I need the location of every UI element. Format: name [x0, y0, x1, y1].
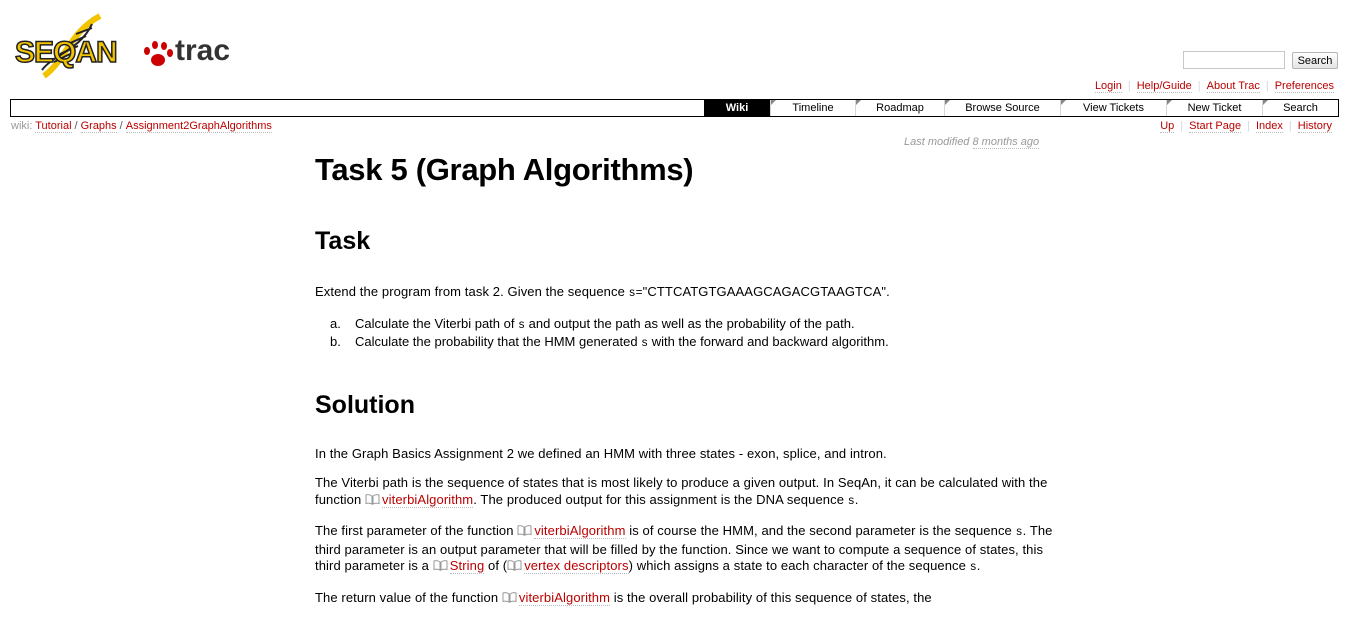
breadcrumb-prefix: wiki: [11, 120, 33, 132]
search-input[interactable] [1183, 51, 1285, 69]
viterbi-algorithm-link[interactable]: viterbiAlgorithm [382, 491, 474, 508]
breadcrumb-tutorial[interactable]: Tutorial [35, 120, 72, 133]
separator: | [1265, 80, 1269, 92]
index-link[interactable]: Index [1255, 120, 1283, 133]
book-icon [517, 524, 532, 536]
main-nav: Wiki Timeline Roadmap Browse Source View… [10, 99, 1339, 117]
nav-tab-browse-source[interactable]: Browse Source [944, 100, 1060, 116]
separator: | [1247, 120, 1250, 132]
vertex-descriptors-link[interactable]: vertex descriptors [524, 558, 629, 574]
nav-tab-new-ticket[interactable]: New Ticket [1166, 100, 1262, 116]
nav-tab-roadmap[interactable]: Roadmap [855, 100, 944, 116]
solution-heading: Solution [315, 390, 415, 419]
book-icon [365, 493, 380, 505]
book-icon [507, 559, 522, 571]
breadcrumb-assignment[interactable]: Assignment2GraphAlgorithms [125, 120, 272, 133]
list-item: b. Calculate the probability that the HMM… [330, 333, 889, 350]
wiki-content: Task 5 (Graph Algorithms) Task Extend th… [315, 150, 1055, 606]
start-page-link[interactable]: Start Page [1189, 120, 1242, 133]
nav-tab-view-tickets[interactable]: View Tickets [1060, 100, 1166, 116]
nav-tab-search[interactable]: Search [1262, 100, 1338, 116]
breadcrumb: wiki: Tutorial / Graphs / Assignment2GraphAl… [11, 120, 272, 133]
task-heading: Task [315, 227, 371, 255]
logo-trac-text: trac [175, 34, 229, 67]
about-trac-link[interactable]: About Trac [1206, 80, 1260, 93]
last-modified: Last modified 8 months ago [904, 136, 1040, 149]
last-modified-age-link[interactable]: 8 months ago [972, 136, 1040, 149]
seqan-trac-logo[interactable]: SEQAN trac [14, 10, 229, 82]
breadcrumb-graphs[interactable]: Graphs [80, 120, 117, 133]
help-guide-link[interactable]: Help/Guide [1136, 80, 1192, 93]
viterbi-algorithm-link[interactable]: viterbiAlgorithm [534, 523, 626, 539]
separator: | [1197, 80, 1201, 92]
solution-paragraph: In the Graph Basics Assignment 2 we defi… [315, 445, 887, 461]
context-nav: Up | Start Page | Index | History [1160, 120, 1332, 133]
solution-paragraph: The Viterbi path is the sequence of stat… [315, 475, 1048, 508]
logo-seqan-text: SEQAN [15, 36, 117, 69]
book-icon [502, 591, 517, 603]
separator: | [1127, 80, 1131, 92]
solution-paragraph: The first parameter of the function vite… [315, 523, 1053, 574]
separator: | [1288, 120, 1292, 132]
separator: | [1180, 120, 1184, 132]
preferences-link[interactable]: Preferences [1274, 80, 1334, 93]
task-intro: Extend the program from task 2. Given th… [315, 284, 890, 300]
up-link[interactable]: Up [1160, 120, 1175, 133]
solution-paragraph: The return value of the function viterbi… [315, 589, 932, 606]
page-title: Task 5 (Graph Algorithms) [315, 152, 694, 187]
string-link[interactable]: String [449, 558, 485, 574]
login-link[interactable]: Login [1094, 80, 1122, 93]
last-modified-prefix: Last modified [904, 136, 970, 148]
nav-tab-timeline[interactable]: Timeline [770, 100, 855, 116]
book-icon [433, 559, 448, 571]
nav-tab-wiki[interactable]: Wiki [704, 100, 770, 116]
task-list: a. Calculate the Viterbi path of s and ou… [315, 316, 1055, 352]
list-item: a. Calculate the Viterbi path of s and ou… [330, 315, 855, 332]
viterbi-algorithm-link[interactable]: viterbiAlgorithm [518, 589, 611, 606]
search-button[interactable]: Search [1292, 52, 1338, 69]
history-link[interactable]: History [1297, 120, 1332, 133]
meta-nav: Login | Help/Guide | About Trac | Prefer… [1094, 80, 1334, 93]
